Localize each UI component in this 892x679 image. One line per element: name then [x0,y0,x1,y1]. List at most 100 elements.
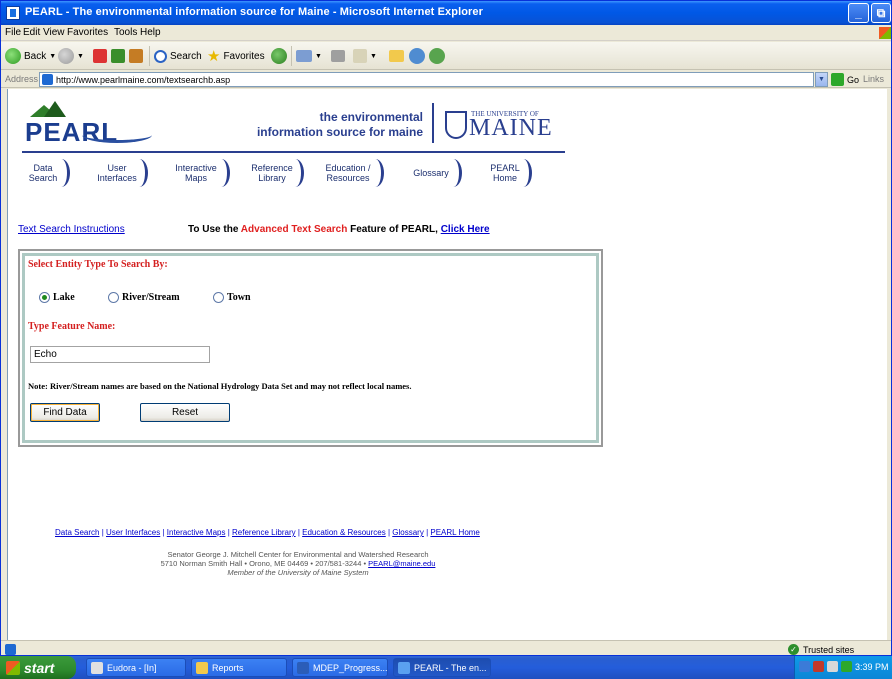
word-document-icon [297,661,309,674]
footer-link-education-resources[interactable]: Education & Resources [302,528,386,537]
radio-town[interactable]: Town [213,292,251,303]
windows-logo-icon [879,27,891,39]
star-icon: ★ [207,48,221,65]
feature-name-input[interactable] [30,346,210,363]
go-button[interactable]: Go [831,72,859,87]
radio-lake[interactable]: Lake [39,292,75,303]
tagline-line2: information source for maine [256,125,423,139]
task-reports[interactable]: Reports [191,658,287,677]
refresh-button[interactable] [111,47,128,65]
footer-link-reference-library[interactable]: Reference Library [232,528,296,537]
footer-system-line: Member of the University of Maine System [227,568,369,577]
nav-education-resources[interactable]: Education / Resources [318,159,384,187]
footer-nav: Data Search | User Interfaces | Interact… [55,528,480,537]
nav-reference-library[interactable]: Reference Library [246,159,304,187]
browser-window: PEARL - The environmental information so… [0,0,892,656]
refresh-icon [111,49,125,63]
footer-link-interactive-maps[interactable]: Interactive Maps [167,528,226,537]
menu-view[interactable]: View [43,27,65,38]
footer-email-link[interactable]: PEARL@maine.edu [368,559,435,568]
address-dropdown-button[interactable]: ▼ [815,72,828,87]
page-icon [42,74,53,85]
text-search-instructions-link[interactable]: Text Search Instructions [18,224,125,235]
links-button[interactable]: Links [863,74,884,84]
menu-favorites[interactable]: Favorites [67,27,108,38]
address-input[interactable]: http://www.pearlmaine.com/textsearchb.as… [39,72,814,87]
clock[interactable]: 3:39 PM [855,662,889,672]
nav-user-interfaces[interactable]: User Interfaces [92,159,148,187]
umaine-seal-icon [445,111,467,139]
task-pearl-ie[interactable]: PEARL - The en... [393,658,491,677]
edit-icon [353,49,367,63]
go-arrow-icon [831,73,844,86]
dropdown-arrow-icon: ▼ [77,52,84,60]
tray-antivirus-icon[interactable] [813,661,824,672]
menu-file[interactable]: File [5,27,21,38]
task-mdep-progress[interactable]: MDEP_Progress... [292,658,388,677]
tray-volume-icon[interactable] [827,661,838,672]
back-button[interactable]: Back ▼ [5,47,56,65]
nav-pearl-home[interactable]: PEARL Home [484,159,532,187]
page-status-icon [5,644,16,655]
footer-org-line: Senator George J. Mitchell Center for En… [167,550,429,559]
menu-help[interactable]: Help [140,27,161,38]
menu-tools[interactable]: Tools [114,27,137,38]
address-url: http://www.pearlmaine.com/textsearchb.as… [56,74,231,85]
advanced-click-here-link[interactable]: Click Here [441,224,490,235]
ie-page-icon [6,6,20,20]
mail-button[interactable]: ▼ [296,47,322,65]
contacts-button[interactable] [429,47,448,65]
edit-button[interactable]: ▼ [353,47,377,65]
folder-icon [196,661,208,674]
radio-river-stream[interactable]: River/Stream [108,292,180,303]
tray-network-icon[interactable] [799,661,810,672]
task-eudora[interactable]: Eudora - [In] [86,658,186,677]
footer-link-glossary[interactable]: Glossary [392,528,424,537]
search-button[interactable]: Search [154,47,202,65]
menu-edit[interactable]: Edit [23,27,40,38]
zone-label: Trusted sites [803,644,855,655]
ie-icon [398,661,410,674]
tray-signal-icon[interactable] [841,661,852,672]
dropdown-arrow-icon: ▼ [370,52,377,60]
entity-type-heading: Select Entity Type To Search By: [28,259,168,270]
pearl-logo[interactable]: PEARL [22,101,162,149]
stop-button[interactable] [93,47,110,65]
address-bar: Address http://www.pearlmaine.com/textse… [1,71,891,88]
security-zone[interactable]: ✓ Trusted sites [788,644,854,655]
history-button[interactable] [271,47,290,65]
task-label: Eudora - [In] [107,662,157,673]
messenger-button[interactable] [409,47,428,65]
nav-label-1: Interactive [175,163,217,173]
home-icon [129,49,143,63]
dropdown-arrow-icon: ▼ [315,52,322,60]
print-button[interactable] [331,47,348,65]
find-data-button[interactable]: Find Data [30,403,100,422]
radio-label-lake: Lake [53,292,75,303]
title-bar: PEARL - The environmental information so… [1,1,891,25]
mail-icon [296,50,312,62]
taskbar: start Eudora - [In] Reports MDEP_Progres… [0,656,892,679]
umaine-logo[interactable]: THE UNIVERSITY OF MAINE [445,110,565,142]
nav-interactive-maps[interactable]: Interactive Maps [168,159,230,187]
footer-link-user-interfaces[interactable]: User Interfaces [106,528,160,537]
window-title: PEARL - The environmental information so… [25,6,484,18]
toolbar-separator [149,46,150,66]
folder-button[interactable] [389,47,407,65]
reset-button[interactable]: Reset [140,403,230,422]
nav-glossary[interactable]: Glossary [406,159,462,187]
favorites-button[interactable]: ★ Favorites [207,47,265,65]
minimize-button[interactable]: _ [848,3,869,23]
nav-label-1: PEARL [490,163,520,173]
home-button[interactable] [129,47,146,65]
start-button[interactable]: start [0,656,76,679]
header-rule [22,151,565,153]
swoosh-icon [82,127,152,143]
restore-button[interactable]: ⧉ [871,3,891,23]
forward-button[interactable]: ▼ [58,47,84,65]
footer-link-data-search[interactable]: Data Search [55,528,99,537]
status-bar: ✓ Trusted sites [1,640,891,655]
footer-link-pearl-home[interactable]: PEARL Home [430,528,480,537]
eudora-icon [91,661,103,674]
nav-data-search[interactable]: Data Search [22,159,70,187]
